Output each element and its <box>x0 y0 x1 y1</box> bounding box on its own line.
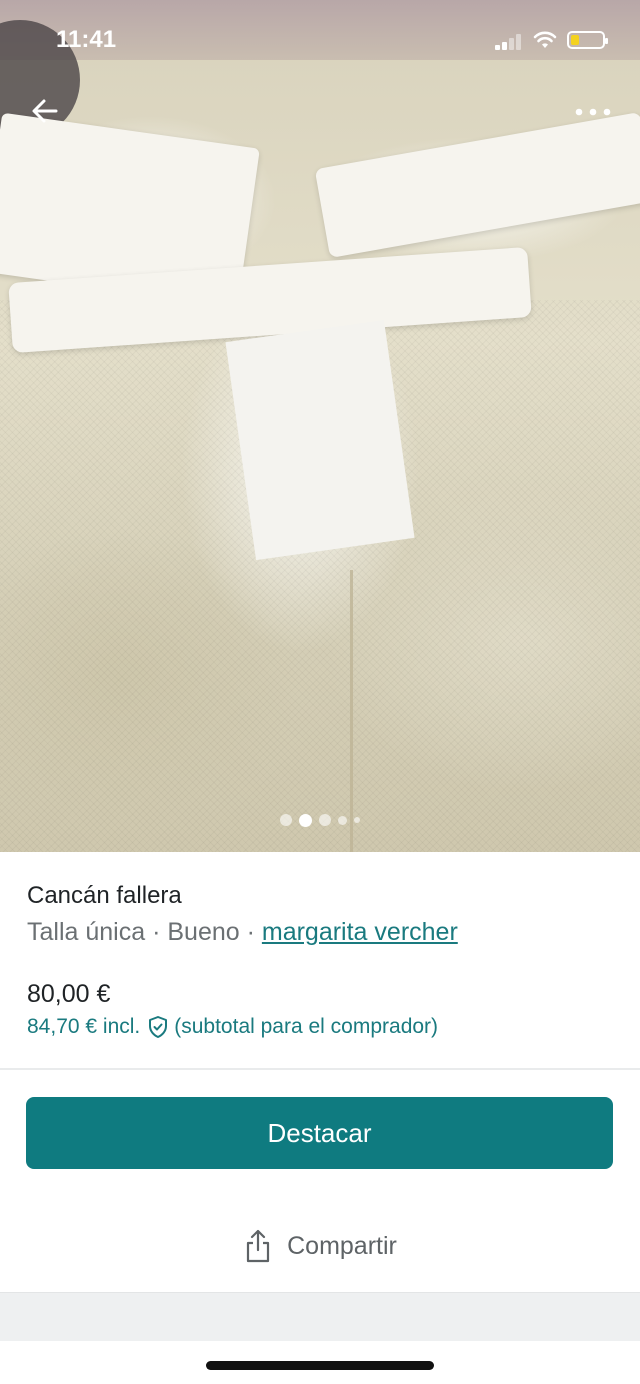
battery-icon <box>567 31 608 49</box>
buyer-price-note: (subtotal para el comprador) <box>174 1015 439 1038</box>
buyer-price-value: 84,70 € incl. <box>27 1015 141 1038</box>
pagination-dot[interactable] <box>354 817 360 823</box>
more-horizontal-icon[interactable] <box>570 98 616 126</box>
listing-title: Cancán fallera <box>27 882 182 909</box>
share-icon <box>247 1229 270 1263</box>
pagination-dot[interactable] <box>319 814 331 826</box>
listing-price: 80,00 € <box>27 980 111 1008</box>
arrow-left-icon[interactable] <box>26 92 64 130</box>
shield-check-icon <box>149 1016 168 1038</box>
listing-size: Talla única <box>27 918 146 946</box>
cellular-signal-icon <box>495 34 523 50</box>
wifi-icon <box>533 31 557 48</box>
meta-separator: · <box>145 918 168 946</box>
listing-meta: Talla única · Bueno · margarita vercher <box>27 918 458 947</box>
home-indicator[interactable] <box>206 1361 434 1370</box>
listing-photo[interactable] <box>0 0 640 852</box>
share-button[interactable]: Compartir <box>0 1222 640 1270</box>
battery-level <box>571 35 579 45</box>
status-time: 11:41 <box>56 26 117 53</box>
status-bar: 11:41 <box>0 0 640 80</box>
photo-seam <box>350 570 353 852</box>
highlight-button[interactable]: Destacar <box>26 1097 613 1169</box>
listing-condition: Bueno <box>167 918 240 946</box>
pagination-dot[interactable] <box>338 815 347 825</box>
photo-fabric-fold <box>314 112 640 258</box>
divider <box>0 1068 640 1070</box>
photo-inner-lining <box>225 319 415 561</box>
pagination-dot-active[interactable] <box>299 813 312 827</box>
seller-link[interactable]: margarita vercher <box>262 918 458 946</box>
pagination-dot[interactable] <box>280 814 292 826</box>
share-label: Compartir <box>287 1231 397 1260</box>
meta-separator: · <box>239 918 262 946</box>
buyer-price[interactable]: 84,70 € incl. (subtotal para el comprado… <box>27 1015 438 1039</box>
section-separator <box>0 1292 640 1341</box>
gallery-pagination[interactable] <box>0 812 640 828</box>
